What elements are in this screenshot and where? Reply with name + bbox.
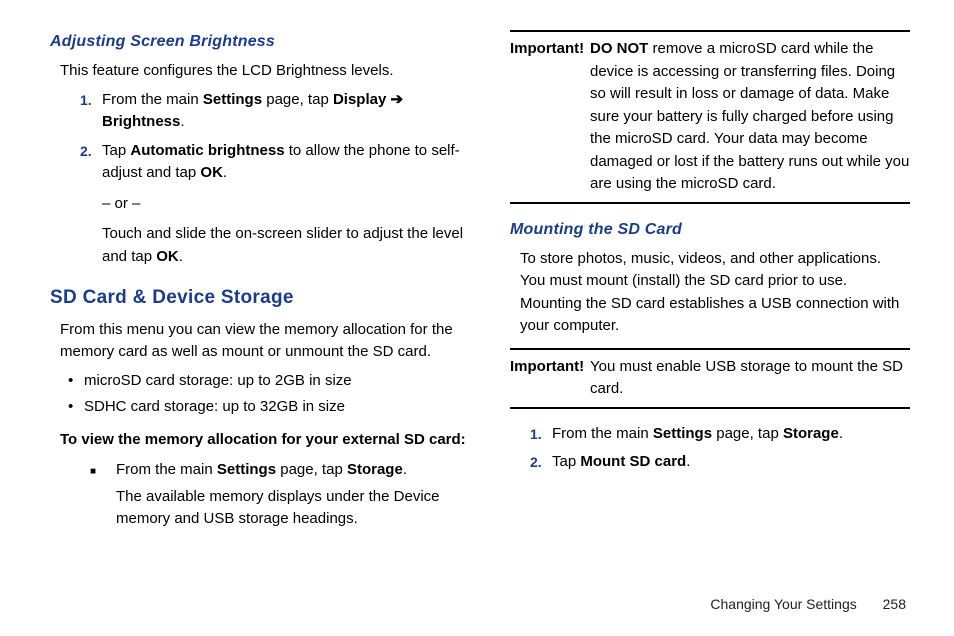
list-item: • SDHC card storage: up to 32GB in size bbox=[68, 396, 470, 419]
do-not-label: DO NOT bbox=[590, 40, 648, 57]
page-number: 258 bbox=[883, 596, 906, 612]
text: From the main bbox=[102, 91, 203, 108]
ok-label: OK bbox=[156, 248, 179, 265]
important-content: DO NOT remove a microSD card while the d… bbox=[590, 38, 910, 196]
text: page, tap bbox=[712, 425, 783, 442]
step-number: 2. bbox=[80, 140, 102, 269]
step-content: Tap Mount SD card. bbox=[552, 451, 910, 474]
step-content: From the main Settings page, tap Storage… bbox=[552, 423, 910, 446]
step-alternate: Touch and slide the on-screen slider to … bbox=[102, 223, 470, 268]
heading-sd-storage: SD Card & Device Storage bbox=[50, 284, 470, 313]
right-column: Important! DO NOT remove a microSD card … bbox=[510, 30, 910, 576]
bullet-text: SDHC card storage: up to 32GB in size bbox=[84, 396, 345, 419]
bullet-icon: • bbox=[68, 370, 84, 393]
settings-label: Settings bbox=[217, 461, 276, 478]
text: . bbox=[180, 113, 184, 130]
text: Tap bbox=[102, 142, 130, 159]
important-content: You must enable USB storage to mount the… bbox=[590, 356, 910, 401]
brightness-steps: 1. From the main Settings page, tap Disp… bbox=[80, 89, 470, 269]
mounting-steps: 1. From the main Settings page, tap Stor… bbox=[530, 423, 910, 474]
step-item: 2. Tap Automatic brightness to allow the… bbox=[80, 140, 470, 269]
important-label: Important! bbox=[510, 356, 590, 401]
text: Tap bbox=[552, 453, 580, 470]
bullet-icon: • bbox=[68, 396, 84, 419]
text: From the main bbox=[116, 461, 217, 478]
storage-bullets: • microSD card storage: up to 2GB in siz… bbox=[68, 370, 470, 419]
step-item: 2. Tap Mount SD card. bbox=[530, 451, 910, 474]
heading-mounting-sd: Mounting the SD Card bbox=[510, 218, 910, 242]
list-item: • microSD card storage: up to 2GB in siz… bbox=[68, 370, 470, 393]
text: . bbox=[403, 461, 407, 478]
bullet-text: microSD card storage: up to 2GB in size bbox=[84, 370, 352, 393]
storage-label: Storage bbox=[783, 425, 839, 442]
settings-label: Settings bbox=[653, 425, 712, 442]
important-note: Important! You must enable USB storage t… bbox=[510, 348, 910, 409]
step-content: From the main Settings page, tap Display… bbox=[102, 89, 470, 134]
display-label: Display bbox=[333, 91, 386, 108]
settings-label: Settings bbox=[203, 91, 262, 108]
auto-brightness-label: Automatic brightness bbox=[130, 142, 284, 159]
step-content: From the main Settings page, tap Storage… bbox=[116, 459, 470, 531]
footer-section: Changing Your Settings bbox=[710, 596, 856, 612]
text: . bbox=[179, 248, 183, 265]
brightness-label: Brightness bbox=[102, 113, 180, 130]
text: . bbox=[686, 453, 690, 470]
step-number: 1. bbox=[530, 423, 552, 446]
or-separator: – or – bbox=[102, 193, 470, 216]
square-bullet-icon: ■ bbox=[90, 459, 116, 531]
intro-storage: From this menu you can view the memory a… bbox=[60, 319, 470, 364]
subheading-view-allocation: To view the memory allocation for your e… bbox=[60, 429, 470, 452]
intro-mounting: To store photos, music, videos, and othe… bbox=[520, 248, 910, 338]
mount-sd-label: Mount SD card bbox=[580, 453, 686, 470]
step-item: 1. From the main Settings page, tap Disp… bbox=[80, 89, 470, 134]
sub-note: The available memory displays under the … bbox=[116, 486, 470, 531]
text: . bbox=[839, 425, 843, 442]
step-content: Tap Automatic brightness to allow the ph… bbox=[102, 140, 470, 269]
text: . bbox=[223, 164, 227, 181]
text: remove a microSD card while the device i… bbox=[590, 40, 909, 192]
storage-label: Storage bbox=[347, 461, 403, 478]
important-label: Important! bbox=[510, 38, 590, 196]
text: From the main bbox=[552, 425, 653, 442]
page-content: Adjusting Screen Brightness This feature… bbox=[0, 0, 954, 596]
text: page, tap bbox=[276, 461, 347, 478]
intro-brightness: This feature configures the LCD Brightne… bbox=[60, 60, 470, 83]
page-footer: Changing Your Settings 258 bbox=[710, 596, 906, 612]
text: page, tap bbox=[262, 91, 333, 108]
arrow-icon: ➔ bbox=[386, 91, 403, 108]
list-item: ■ From the main Settings page, tap Stora… bbox=[90, 459, 470, 531]
ok-label: OK bbox=[200, 164, 223, 181]
important-note: Important! DO NOT remove a microSD card … bbox=[510, 30, 910, 204]
heading-adjusting-brightness: Adjusting Screen Brightness bbox=[50, 30, 470, 54]
left-column: Adjusting Screen Brightness This feature… bbox=[50, 30, 470, 576]
square-step-list: ■ From the main Settings page, tap Stora… bbox=[90, 459, 470, 531]
step-item: 1. From the main Settings page, tap Stor… bbox=[530, 423, 910, 446]
step-number: 2. bbox=[530, 451, 552, 474]
step-number: 1. bbox=[80, 89, 102, 134]
